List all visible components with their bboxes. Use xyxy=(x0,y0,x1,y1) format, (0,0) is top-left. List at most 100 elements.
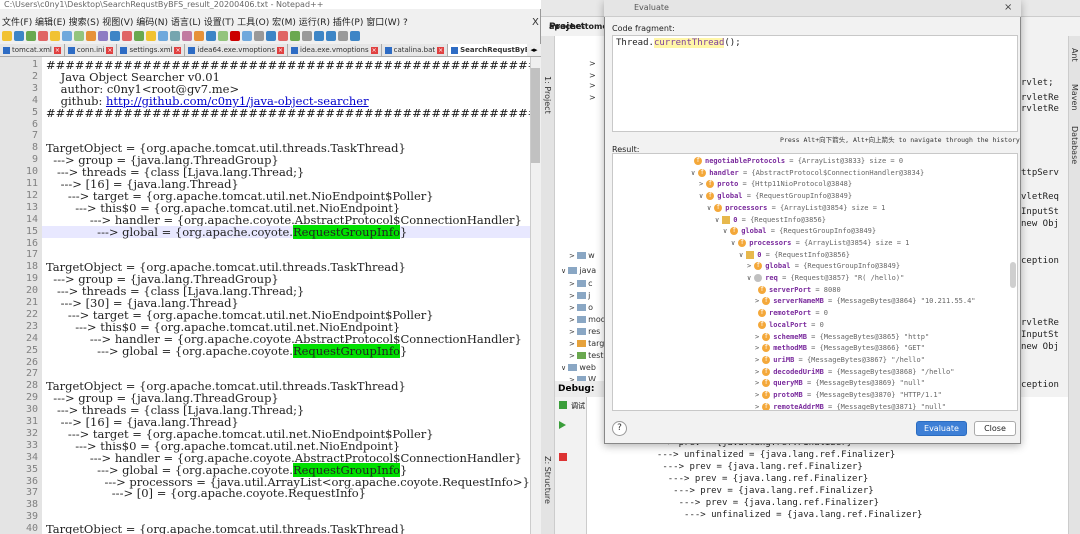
expand-chevron-icon[interactable]: ∨ xyxy=(747,274,751,282)
expand-chevron-icon[interactable]: ∨ xyxy=(739,251,743,259)
result-tree-node[interactable]: > f schemeMB = {MessageBytes@3865} "http" xyxy=(755,331,929,343)
file-tab[interactable]: idea64.exe.vmoptions × xyxy=(185,44,288,56)
result-tree-node[interactable]: > f remoteAddrMB = {MessageBytes@3871} "nu… xyxy=(755,401,946,410)
chevron-icon[interactable]: > xyxy=(569,328,577,336)
result-tree-node[interactable]: f serverPort = 8080 xyxy=(755,284,841,296)
maven-tool-tab[interactable]: Maven xyxy=(1070,84,1079,111)
close-button[interactable]: Close xyxy=(974,421,1016,436)
toolbar-icon[interactable] xyxy=(254,31,264,41)
toolbar-icon[interactable] xyxy=(206,31,216,41)
project-tool-tab[interactable]: 1: Project xyxy=(543,76,552,114)
project-tree-item[interactable]: > test xyxy=(569,350,603,361)
tab-close-icon[interactable]: × xyxy=(437,46,445,54)
file-tab[interactable]: idea.exe.vmoptions × xyxy=(288,44,382,56)
expand-chevron-icon[interactable]: > xyxy=(755,297,759,305)
expand-chevron-icon[interactable]: > xyxy=(755,344,759,352)
toolbar-icon[interactable] xyxy=(218,31,228,41)
result-tree-node[interactable]: f localPort = 0 xyxy=(755,319,824,331)
result-tree-node[interactable]: f remotePort = 0 xyxy=(755,307,828,319)
tree-chevron-icon[interactable]: > xyxy=(589,80,596,91)
expand-chevron-icon[interactable]: > xyxy=(755,356,759,364)
result-tree-node[interactable]: > f uriMB = {MessageBytes@3867} "/hello" xyxy=(755,354,925,366)
result-tree-node[interactable]: > f protoMB = {MessageBytes@3870} "HTTP/1.… xyxy=(755,389,942,401)
expand-chevron-icon[interactable]: ∨ xyxy=(707,204,711,212)
result-tree-node[interactable]: ∨ f global = {RequestGroupInfo@3849} xyxy=(723,225,876,237)
file-tab[interactable]: conn.ini × xyxy=(64,44,118,56)
tab-close-icon[interactable]: × xyxy=(174,46,182,54)
result-tree-node[interactable]: ∨ 0 = {RequestInfo@3856} xyxy=(739,249,850,261)
toolbar-icon[interactable] xyxy=(182,31,192,41)
file-tab[interactable]: tomcat.xml × xyxy=(0,44,65,56)
expand-chevron-icon[interactable]: ∨ xyxy=(731,239,735,247)
result-tree-node[interactable]: ∨ f handler = {AbstractProtocol$Connection… xyxy=(691,167,924,179)
toolbar-icon[interactable] xyxy=(122,31,132,41)
database-tool-tab[interactable]: Database xyxy=(1070,126,1079,164)
project-tree-item[interactable]: > c xyxy=(569,278,593,289)
tree-chevron-icon[interactable]: > xyxy=(589,58,596,69)
toolbar-icon[interactable] xyxy=(158,31,168,41)
result-tree-node[interactable]: f negotiableProtocols = {ArrayList@3833} … xyxy=(691,155,903,167)
toolbar-icon[interactable] xyxy=(98,31,108,41)
expand-chevron-icon[interactable]: > xyxy=(755,379,759,387)
toolbar-icon[interactable] xyxy=(26,31,36,41)
toolbar-icon[interactable] xyxy=(302,31,312,41)
result-tree[interactable]: f negotiableProtocols = {ArrayList@3833} … xyxy=(612,153,1018,411)
project-tree-item[interactable]: ∨ web xyxy=(561,362,596,373)
toolbar-icon[interactable] xyxy=(146,31,156,41)
chevron-icon[interactable]: > xyxy=(569,316,577,324)
evaluate-button[interactable]: Evaluate xyxy=(916,421,967,436)
toolbar-icon[interactable] xyxy=(314,31,324,41)
result-tree-node[interactable]: ∨ f processors = {ArrayList@3854} size = 1 xyxy=(707,202,885,214)
project-tree-item[interactable]: > j xyxy=(569,290,590,301)
tab-close-icon[interactable]: × xyxy=(277,46,284,54)
file-tab[interactable]: catalina.bat × xyxy=(381,44,449,56)
project-tree-item[interactable]: > w xyxy=(569,250,595,261)
toolbar-icon[interactable] xyxy=(14,31,24,41)
toolbar-icon[interactable] xyxy=(62,31,72,41)
chevron-icon[interactable]: > xyxy=(569,252,577,260)
toolbar-icon[interactable] xyxy=(194,31,204,41)
result-tree-node[interactable]: > f proto = {Http11NioProtocol@3848} xyxy=(699,178,852,190)
result-tree-node[interactable]: ∨ f global = {RequestGroupInfo@3849} xyxy=(699,190,852,202)
chevron-icon[interactable]: > xyxy=(569,340,577,348)
toolbar-icon[interactable] xyxy=(290,31,300,41)
expand-chevron-icon[interactable]: > xyxy=(755,391,759,399)
chevron-icon[interactable]: > xyxy=(569,292,577,300)
toolbar-icon[interactable] xyxy=(338,31,348,41)
chevron-icon[interactable]: ∨ xyxy=(561,364,568,372)
help-button[interactable]: ? xyxy=(612,421,627,436)
toolbar-icon[interactable] xyxy=(230,31,240,41)
resume-icon[interactable] xyxy=(559,421,566,429)
toolbar-icon[interactable] xyxy=(50,31,60,41)
expand-chevron-icon[interactable]: > xyxy=(747,262,751,270)
expand-chevron-icon[interactable]: ∨ xyxy=(723,227,727,235)
debug-tab-label[interactable]: 调试 xyxy=(571,401,585,411)
tab-scroll-arrows[interactable]: ◂▸ xyxy=(527,44,541,56)
result-tree-node[interactable]: > f decodedUriMB = {MessageBytes@3868} "/h… xyxy=(755,366,954,378)
result-tree-node[interactable]: > f queryMB = {MessageBytes@3869} "null" xyxy=(755,377,925,389)
chevron-icon[interactable]: > xyxy=(569,280,577,288)
toolbar-icon[interactable] xyxy=(110,31,120,41)
dialog-close-icon[interactable]: × xyxy=(1004,2,1012,13)
chevron-icon[interactable]: ∨ xyxy=(561,267,568,275)
result-tree-node[interactable]: > f global = {RequestGroupInfo@3849} xyxy=(747,260,900,272)
toolbar-icon[interactable] xyxy=(38,31,48,41)
toolbar-icon[interactable] xyxy=(350,31,360,41)
result-tree-node[interactable]: ∨ f processors = {ArrayList@3854} size = 1 xyxy=(731,237,909,249)
tab-close-icon[interactable]: × xyxy=(370,46,378,54)
tab-close-icon[interactable]: × xyxy=(53,46,61,54)
editor-scroll-thumb[interactable] xyxy=(531,68,540,163)
text-editor[interactable]: 1 #######################################… xyxy=(0,57,530,534)
result-tree-node[interactable]: > f methodMB = {MessageBytes@3866} "GET" xyxy=(755,342,925,354)
project-tree-item[interactable]: ∨ java xyxy=(561,265,596,276)
project-tree-item[interactable]: > o xyxy=(569,302,593,313)
toolbar-icon[interactable] xyxy=(74,31,84,41)
code-fragment-input[interactable] xyxy=(612,35,1018,132)
notepad-close-button[interactable]: X xyxy=(532,17,539,28)
tab-close-icon[interactable]: × xyxy=(106,46,114,54)
ant-tool-tab[interactable]: Ant xyxy=(1070,48,1079,62)
project-tree-item[interactable]: > res xyxy=(569,326,600,337)
expand-chevron-icon[interactable]: > xyxy=(755,368,759,376)
chevron-icon[interactable]: > xyxy=(569,352,577,360)
toolbar-icon[interactable] xyxy=(134,31,144,41)
